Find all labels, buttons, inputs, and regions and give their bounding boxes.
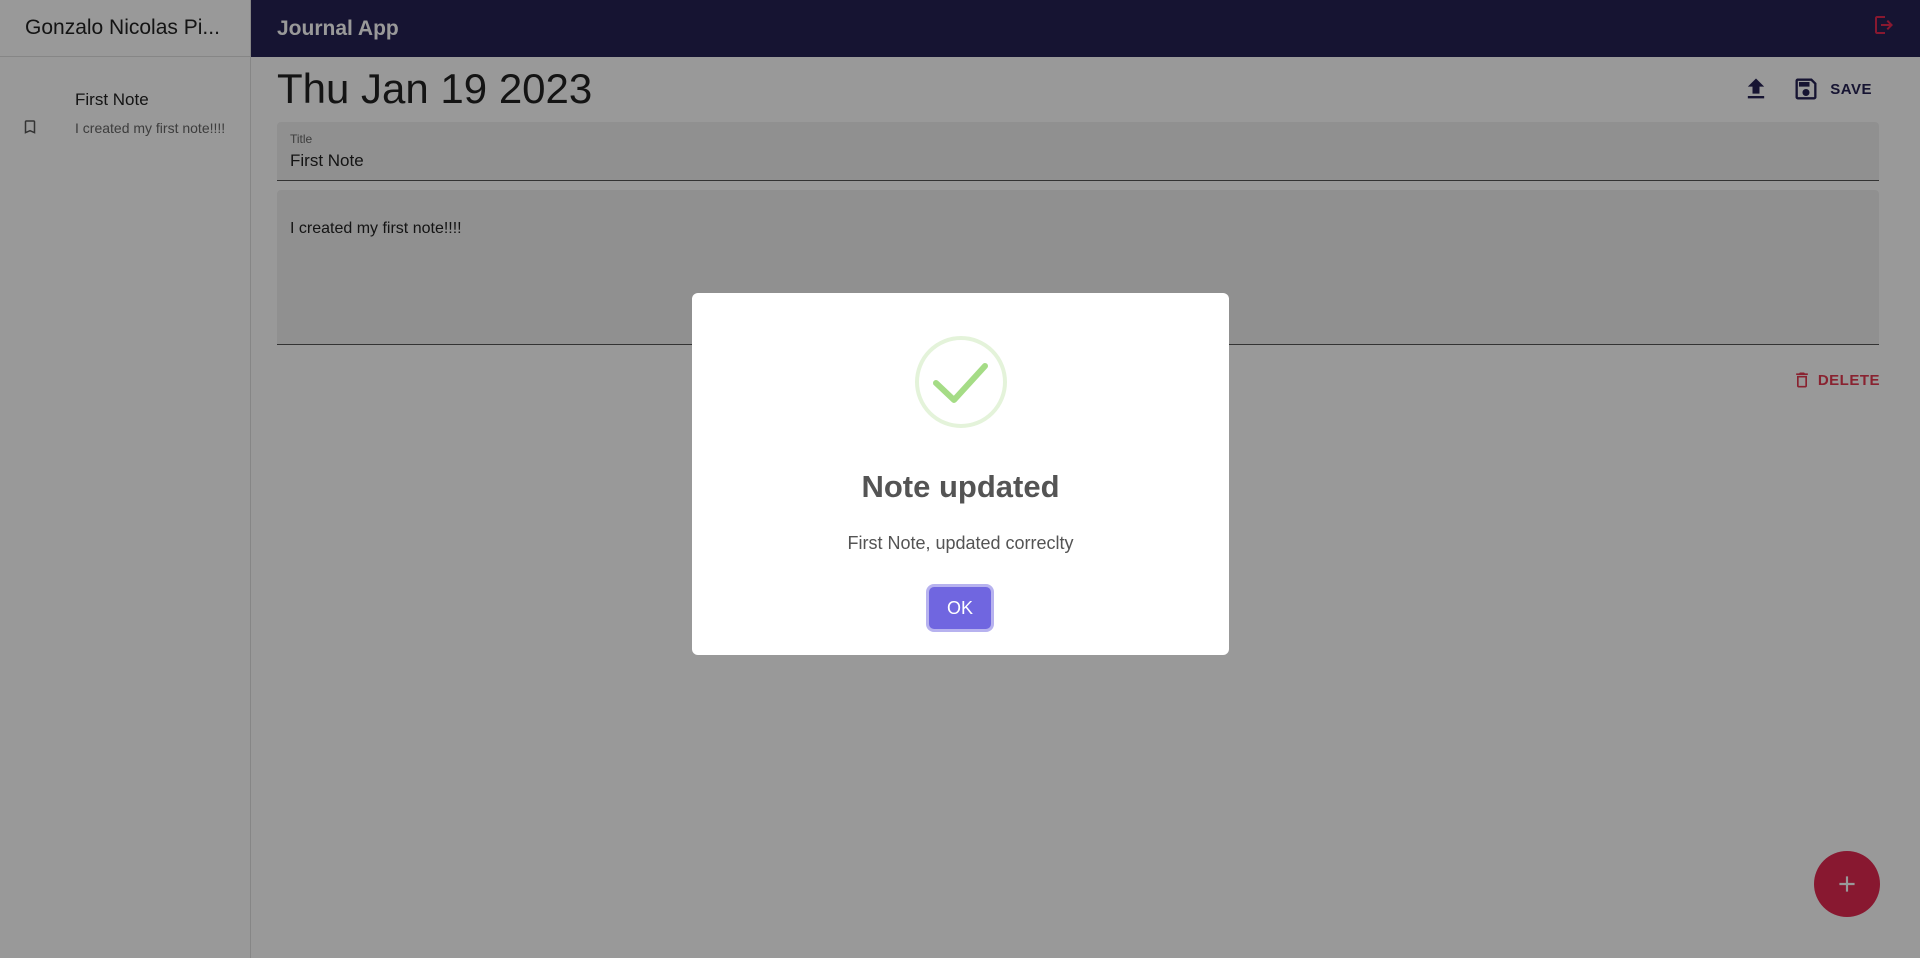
ok-button[interactable]: OK	[929, 587, 991, 629]
dialog-message: First Note, updated correclty	[847, 533, 1074, 553]
checkmark-icon	[915, 336, 1007, 428]
success-dialog: Note updated First Note, updated correcl…	[692, 293, 1229, 655]
dialog-title: Note updated	[861, 469, 1060, 504]
